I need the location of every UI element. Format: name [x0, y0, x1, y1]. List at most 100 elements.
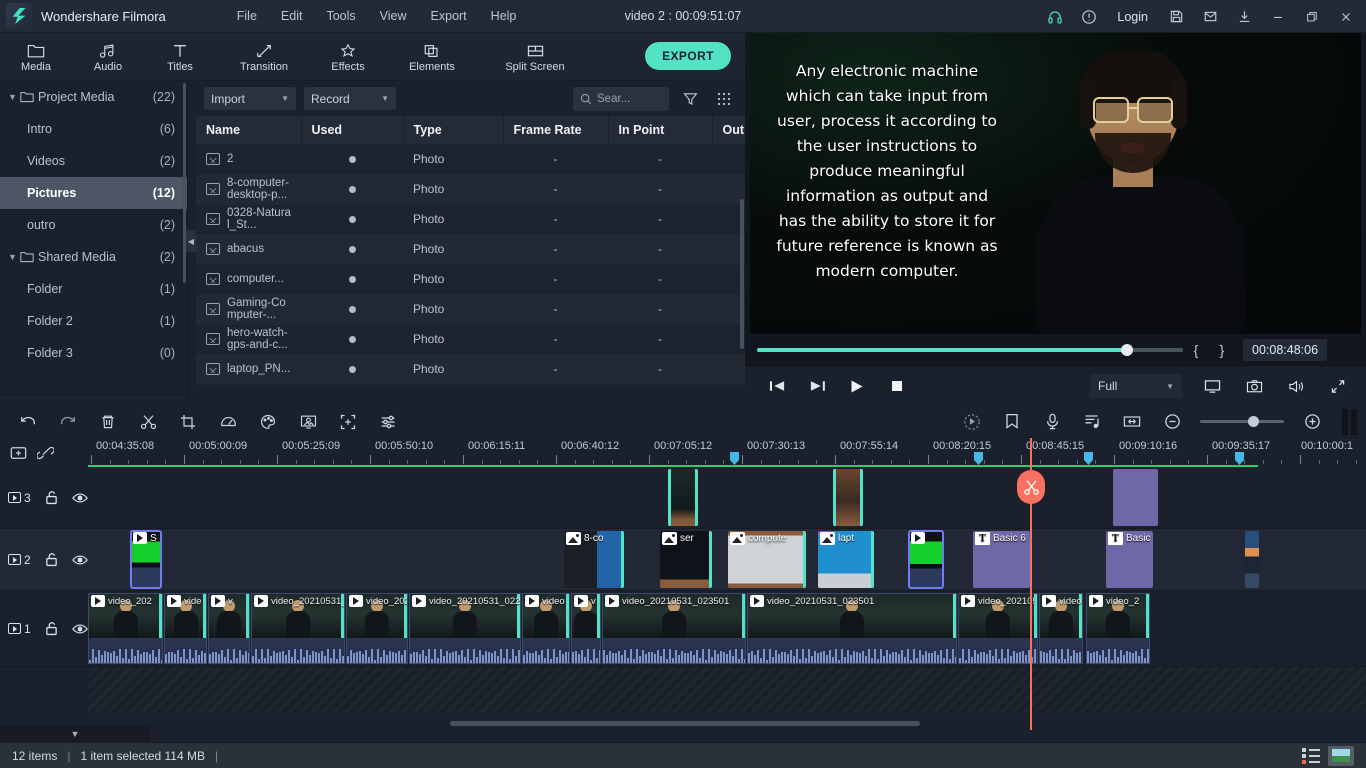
save-icon[interactable]: [1160, 0, 1192, 33]
render-preview-icon[interactable]: [952, 406, 992, 438]
timeline-clip[interactable]: lapt: [818, 531, 874, 588]
preview-timecode[interactable]: 00:08:48:06: [1243, 339, 1328, 361]
timeline-clip[interactable]: video_202: [346, 593, 408, 664]
library-scrollbar[interactable]: [183, 83, 186, 283]
collapse-panel-handle[interactable]: ◀: [186, 230, 196, 252]
mark-out-button[interactable]: }: [1209, 342, 1235, 358]
table-row[interactable]: 2 Photo - -: [196, 144, 745, 175]
export-button[interactable]: EXPORT: [645, 42, 731, 70]
column-used[interactable]: Used: [301, 116, 404, 144]
crop-icon[interactable]: [168, 406, 208, 438]
table-row[interactable]: hero-watch-gps-and-c... Photo - -: [196, 324, 745, 355]
panel-collapse-button[interactable]: ▼: [0, 726, 150, 742]
volume-icon[interactable]: [1276, 367, 1316, 405]
sidebar-item-outro[interactable]: outro (2): [0, 209, 187, 241]
tab-effects[interactable]: Effects: [312, 34, 384, 80]
timeline-clip[interactable]: [1113, 469, 1158, 526]
menu-file[interactable]: File: [228, 5, 266, 27]
split-icon[interactable]: [128, 406, 168, 438]
timeline-clip[interactable]: [908, 530, 944, 589]
sidebar-item-pictures[interactable]: Pictures (12): [0, 177, 187, 209]
headset-icon[interactable]: [1039, 0, 1071, 33]
timeline-clip[interactable]: video_20210531_023501: [602, 593, 746, 664]
timeline-clip[interactable]: v: [208, 593, 250, 664]
unlock-icon[interactable]: [45, 621, 58, 636]
tab-elements[interactable]: Elements: [384, 34, 480, 80]
marker-bars-icon[interactable]: [1338, 408, 1360, 435]
timeline-clip[interactable]: video: [522, 593, 570, 664]
green-screen-icon[interactable]: [288, 406, 328, 438]
zoom-slider-handle[interactable]: [1248, 416, 1259, 427]
tab-media[interactable]: Media: [0, 34, 72, 80]
next-frame-button[interactable]: [797, 367, 837, 405]
redo-icon[interactable]: [48, 406, 88, 438]
menu-edit[interactable]: Edit: [272, 5, 312, 27]
stop-button[interactable]: [877, 367, 917, 405]
media-vertical-scrollbar[interactable]: [740, 199, 744, 349]
column-out[interactable]: Out: [712, 116, 746, 144]
download-icon[interactable]: [1228, 0, 1260, 33]
sidebar-item-folder-3[interactable]: Folder 3 (0): [0, 337, 187, 369]
track-3-body[interactable]: [88, 467, 1366, 528]
table-row[interactable]: 0328-Natural_St... Photo - -: [196, 204, 745, 235]
tab-transition[interactable]: Transition: [216, 34, 312, 80]
menu-export[interactable]: Export: [422, 5, 476, 27]
column-name[interactable]: Name: [196, 116, 302, 144]
timeline-clip[interactable]: video_20210!: [958, 593, 1038, 664]
display-mode-icon[interactable]: [1192, 367, 1232, 405]
column-type[interactable]: Type: [403, 116, 504, 144]
eye-icon[interactable]: [71, 554, 88, 566]
close-button[interactable]: [1330, 0, 1362, 33]
sidebar-item-folder[interactable]: Folder (1): [0, 273, 187, 305]
column-frame-rate[interactable]: Frame Rate: [503, 116, 609, 144]
seek-slider[interactable]: [757, 344, 1183, 356]
tab-split-screen[interactable]: Split Screen: [480, 34, 590, 80]
login-button[interactable]: Login: [1107, 10, 1158, 24]
column-in-point[interactable]: In Point: [608, 116, 713, 144]
audio-detach-icon[interactable]: [1072, 406, 1112, 438]
undo-icon[interactable]: [8, 406, 48, 438]
unlock-icon[interactable]: [45, 552, 58, 567]
voiceover-icon[interactable]: [1032, 406, 1072, 438]
marker-icon[interactable]: [992, 406, 1032, 438]
timeline-clip[interactable]: video_20210531_023501: [747, 593, 957, 664]
timeline-clip[interactable]: video_2: [1086, 593, 1150, 664]
adjust-icon[interactable]: [368, 406, 408, 438]
tab-audio[interactable]: Audio: [72, 34, 144, 80]
add-track-icon[interactable]: [10, 445, 27, 461]
prev-frame-button[interactable]: [757, 367, 797, 405]
table-row[interactable]: Gaming-Computer-... Photo - -: [196, 294, 745, 325]
fullscreen-icon[interactable]: [1318, 367, 1358, 405]
delete-icon[interactable]: [88, 406, 128, 438]
snapshot-icon[interactable]: [1234, 367, 1274, 405]
timeline-zoom-slider[interactable]: [1200, 416, 1284, 427]
filter-icon[interactable]: [677, 86, 703, 112]
table-row[interactable]: abacus Photo - -: [196, 234, 745, 265]
table-row[interactable]: computer... Photo - -: [196, 264, 745, 295]
timeline-clip[interactable]: v: [571, 593, 601, 664]
color-icon[interactable]: [248, 406, 288, 438]
menu-tools[interactable]: Tools: [317, 5, 364, 27]
timeline-clip[interactable]: 8-co: [564, 531, 624, 588]
timeline-clip[interactable]: [668, 469, 698, 526]
list-view-icon[interactable]: [1302, 747, 1322, 764]
sidebar-item-project-media[interactable]: ▼ Project Media (22): [0, 81, 187, 113]
timeline-clip[interactable]: video_20210531_022: [409, 593, 521, 664]
grid-view-icon[interactable]: [1328, 745, 1354, 766]
track-2-body[interactable]: S 8-co ser compute lapt T Basic 6 T Basi…: [88, 529, 1366, 590]
play-button[interactable]: [837, 367, 877, 405]
timeline-clip[interactable]: video: [1039, 593, 1083, 664]
video-preview[interactable]: Any electronic machine which can take in…: [750, 33, 1361, 334]
timeline-clip[interactable]: compute: [728, 531, 806, 588]
info-icon[interactable]: [1073, 0, 1105, 33]
seek-handle[interactable]: [1121, 344, 1133, 356]
tab-titles[interactable]: Titles: [144, 34, 216, 80]
minimize-button[interactable]: [1262, 0, 1294, 33]
timeline-clip[interactable]: video_20210531_02: [251, 593, 345, 664]
grid-view-icon[interactable]: [711, 86, 737, 112]
eye-icon[interactable]: [71, 623, 88, 635]
timeline-clip[interactable]: ser: [660, 531, 712, 588]
mark-in-button[interactable]: {: [1183, 342, 1209, 358]
timeline-clip[interactable]: [1245, 531, 1259, 588]
zoom-in-icon[interactable]: [1292, 406, 1332, 438]
